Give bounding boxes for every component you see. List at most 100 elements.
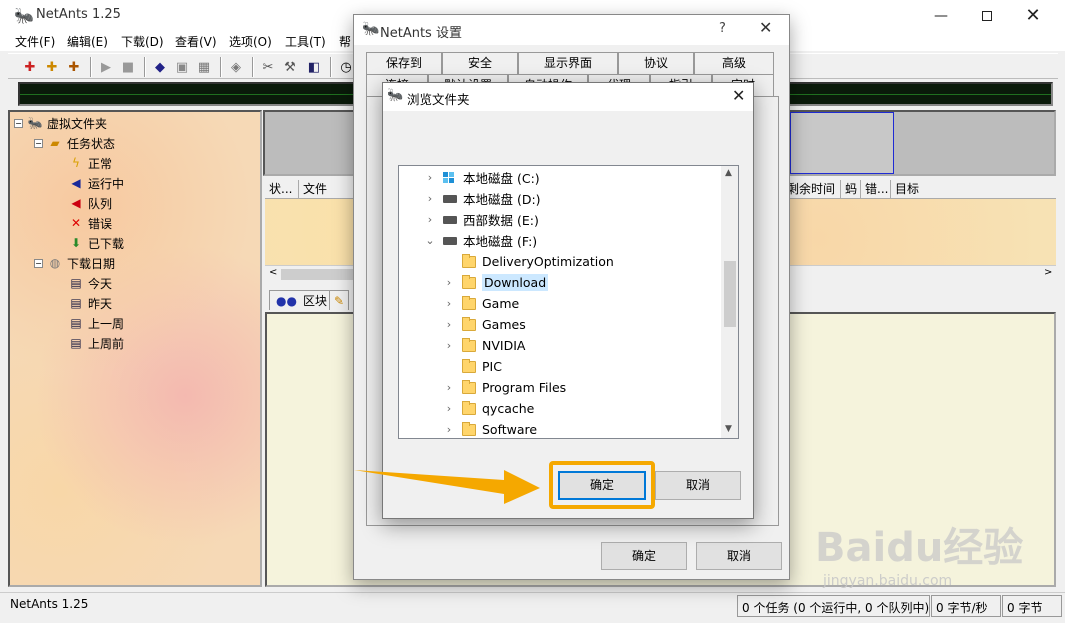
chevron-down-icon[interactable]: ⌄ xyxy=(423,234,437,247)
move-up-button[interactable]: ◆ xyxy=(150,57,170,77)
browse-cancel-button[interactable]: 取消 xyxy=(655,471,741,500)
blocks-icon: ●● xyxy=(276,293,297,308)
tree-folder[interactable]: › NVIDIA xyxy=(442,335,525,356)
column-errors[interactable]: 错... xyxy=(861,180,891,199)
tree-drive-f[interactable]: ⌄ 本地磁盘 (F:) xyxy=(423,230,537,251)
tree-item-label: 昨天 xyxy=(88,296,113,311)
tree-folder[interactable]: › qycache xyxy=(442,398,534,419)
clean-button[interactable]: ◈ xyxy=(226,57,246,77)
tree-status-group[interactable]: − ▰ 任务状态 xyxy=(34,133,115,153)
toolbar-separator xyxy=(220,57,222,77)
chevron-right-icon[interactable]: › xyxy=(442,423,456,436)
collapse-icon[interactable]: − xyxy=(14,118,23,128)
tree-item-yesterday[interactable]: ▤ 昨天 xyxy=(68,293,112,313)
delete-button[interactable]: ▦ xyxy=(194,57,214,77)
tab-save-to[interactable]: 保存到 xyxy=(366,52,442,74)
chevron-right-icon[interactable]: › xyxy=(442,297,456,310)
start-button[interactable]: ▶ xyxy=(96,57,116,77)
tree-drive-d[interactable]: › 本地磁盘 (D:) xyxy=(423,188,541,209)
add-url-button[interactable]: ✚ xyxy=(64,57,84,77)
tool-button-2[interactable]: ⚒ xyxy=(280,57,300,77)
tab-blocks[interactable]: ●● 区块 xyxy=(269,290,334,310)
menu-download[interactable]: 下载(D) xyxy=(121,33,164,50)
scroll-thumb[interactable] xyxy=(724,261,736,327)
browse-close-button[interactable]: ✕ xyxy=(732,86,745,105)
drive-label: 本地磁盘 (F:) xyxy=(463,234,538,249)
scroll-left-icon[interactable]: < xyxy=(269,267,277,278)
menu-options[interactable]: 选项(O) xyxy=(229,33,272,50)
tool-button-3[interactable]: ◧ xyxy=(304,57,324,77)
tree-item-before-last-week[interactable]: ▤ 上周前 xyxy=(68,333,124,353)
tree-item-running[interactable]: ◀ 运行中 xyxy=(68,173,124,193)
chevron-right-icon[interactable]: › xyxy=(423,213,437,226)
tab-log[interactable]: ✎ xyxy=(329,290,349,310)
maximize-button[interactable] xyxy=(964,0,1010,31)
menu-tools[interactable]: 工具(T) xyxy=(285,33,326,50)
properties-button[interactable]: ▣ xyxy=(172,57,192,77)
chevron-right-icon[interactable]: › xyxy=(442,339,456,352)
tree-item-error[interactable]: ✕ 错误 xyxy=(68,213,112,233)
tree-item-label: 错误 xyxy=(88,216,113,231)
menu-edit[interactable]: 编辑(E) xyxy=(67,33,108,50)
menu-view[interactable]: 查看(V) xyxy=(175,33,217,50)
tree-folder[interactable]: PIC xyxy=(462,356,502,377)
tool-button-1[interactable]: ✂ xyxy=(258,57,278,77)
chevron-right-icon[interactable]: › xyxy=(442,381,456,394)
settings-ok-button[interactable]: 确定 xyxy=(601,542,687,570)
status-bar: NetAnts 1.25 0 个任务 (0 个运行中, 0 个队列中) 0 字节… xyxy=(0,592,1065,623)
close-button[interactable]: ✕ xyxy=(1010,0,1056,31)
settings-cancel-button[interactable]: 取消 xyxy=(696,542,782,570)
scroll-right-icon[interactable]: > xyxy=(1044,267,1052,278)
scroll-up-icon[interactable]: ▲ xyxy=(725,168,732,178)
tree-folder[interactable]: DeliveryOptimization xyxy=(462,251,614,272)
tree-item-queue[interactable]: ◀ 队列 xyxy=(68,193,112,213)
tree-folder[interactable]: › Software xyxy=(442,419,537,438)
chevron-right-icon[interactable]: › xyxy=(442,276,456,289)
close-icon: ✕ xyxy=(759,18,773,37)
tree-item-today[interactable]: ▤ 今天 xyxy=(68,273,112,293)
netants-ant-icon: 🐜 xyxy=(387,88,404,103)
tree-item-last-week[interactable]: ▤ 上一周 xyxy=(68,313,124,333)
column-remaining-time[interactable]: 剩余时间 xyxy=(783,180,841,199)
tab-display[interactable]: 显示界面 xyxy=(518,52,618,74)
folder-tree[interactable]: › 本地磁盘 (C:) › 本地磁盘 (D:) › 西部数据 (E:) ⌄ 本地… xyxy=(398,165,739,439)
browse-ok-button[interactable]: 确定 xyxy=(558,471,646,500)
chevron-right-icon[interactable]: › xyxy=(442,402,456,415)
tree-drive-c[interactable]: › 本地磁盘 (C:) xyxy=(423,167,540,188)
tab-security[interactable]: 安全 xyxy=(442,52,518,74)
tab-advanced[interactable]: 高级 xyxy=(694,52,774,74)
clock-icon: ◷ xyxy=(340,59,352,75)
folder-tree-vscroll[interactable]: ▲ ▼ xyxy=(721,166,738,438)
menu-help[interactable]: 帮 xyxy=(339,33,351,50)
menu-file[interactable]: 文件(F) xyxy=(15,33,55,50)
tree-drive-e[interactable]: › 西部数据 (E:) xyxy=(423,209,539,230)
minimize-button[interactable]: — xyxy=(918,0,964,31)
tree-folder[interactable]: › Program Files xyxy=(442,377,566,398)
column-ants[interactable]: 蚂 xyxy=(841,180,861,199)
tree-root[interactable]: − 🐜 虚拟文件夹 xyxy=(14,113,107,133)
column-target[interactable]: 目标 xyxy=(891,180,1056,199)
collapse-icon[interactable]: − xyxy=(34,258,43,268)
column-status[interactable]: 状... xyxy=(265,180,299,199)
collapse-icon[interactable]: − xyxy=(34,138,43,148)
chevron-right-icon[interactable]: › xyxy=(423,171,437,184)
chevron-right-icon[interactable]: › xyxy=(442,318,456,331)
tree-folder[interactable]: › Game xyxy=(442,293,519,314)
tree-date-group[interactable]: − ◍ 下载日期 xyxy=(34,253,115,273)
stop-button[interactable]: ■ xyxy=(118,57,138,77)
chevron-right-icon[interactable]: › xyxy=(423,192,437,205)
add-url-icon: ✚ xyxy=(68,59,80,75)
app-title: NetAnts 1.25 xyxy=(36,7,121,22)
tree-folder-selected[interactable]: › Download xyxy=(442,272,549,293)
add-batch-button[interactable]: ✚ xyxy=(42,57,62,77)
settings-close-button[interactable]: ✕ xyxy=(759,18,772,37)
calendar-icon: ▤ xyxy=(70,276,82,290)
tree-folder[interactable]: › Games xyxy=(442,314,526,335)
tree-item-downloaded[interactable]: ⬇ 已下载 xyxy=(68,233,124,253)
column-file[interactable]: 文件 xyxy=(299,180,359,199)
new-task-button[interactable]: ✚ xyxy=(20,57,40,77)
scroll-down-icon[interactable]: ▼ xyxy=(725,424,732,434)
tree-item-normal[interactable]: ϟ 正常 xyxy=(68,153,112,173)
tab-protocol[interactable]: 协议 xyxy=(618,52,694,74)
help-button[interactable]: ? xyxy=(719,21,726,36)
